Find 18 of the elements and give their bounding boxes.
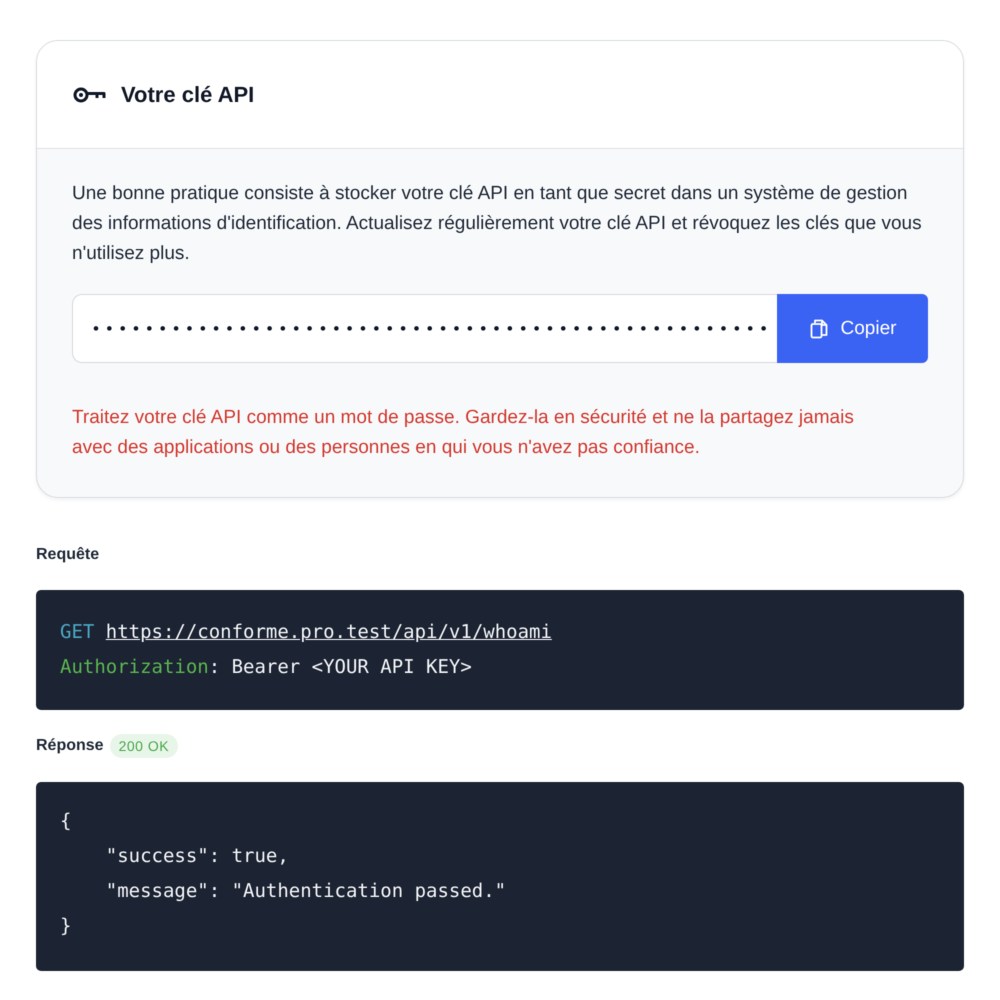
http-method: GET: [60, 621, 94, 643]
code-line: "success": true,: [104, 844, 290, 869]
warning-text: Traitez votre clé API comme un mot de passe. Gardez-la en sécurité et ne la partagez jamais avec des applications ou des personnes en qui vous n'avez pas confiance.: [72, 406, 855, 460]
section-label: Requête: [36, 546, 100, 564]
header-name: Authorization: [60, 656, 209, 678]
section-label: Réponse: [36, 737, 104, 755]
description-text: Une bonne pratique consiste à stocker votre clé API en tant que secret dans un système de gestion des informations d'identification. Actualisez régulièrement votre clé API et révoquez les clés que vous n'utilisez plus.: [72, 182, 922, 266]
code-text: : Bearer <YOUR API KEY>: [208, 656, 472, 678]
copy-icon: [808, 318, 828, 340]
status-badge: 200 OK: [110, 734, 178, 758]
key-icon: [73, 86, 107, 102]
card-title: Votre clé API: [121, 82, 254, 108]
code-line: {: [60, 809, 72, 834]
url-link[interactable]: https://conforme.pro.test/api/v1/whoami: [106, 621, 552, 643]
code-line: }: [60, 914, 72, 939]
code-line: "message": "Authentication passed.": [104, 879, 508, 904]
api-key-field[interactable]: •••••••••••••••••••••••••••••••••••••••••••••••••••: [72, 294, 777, 363]
copy-button[interactable]: Copier: [777, 294, 928, 363]
